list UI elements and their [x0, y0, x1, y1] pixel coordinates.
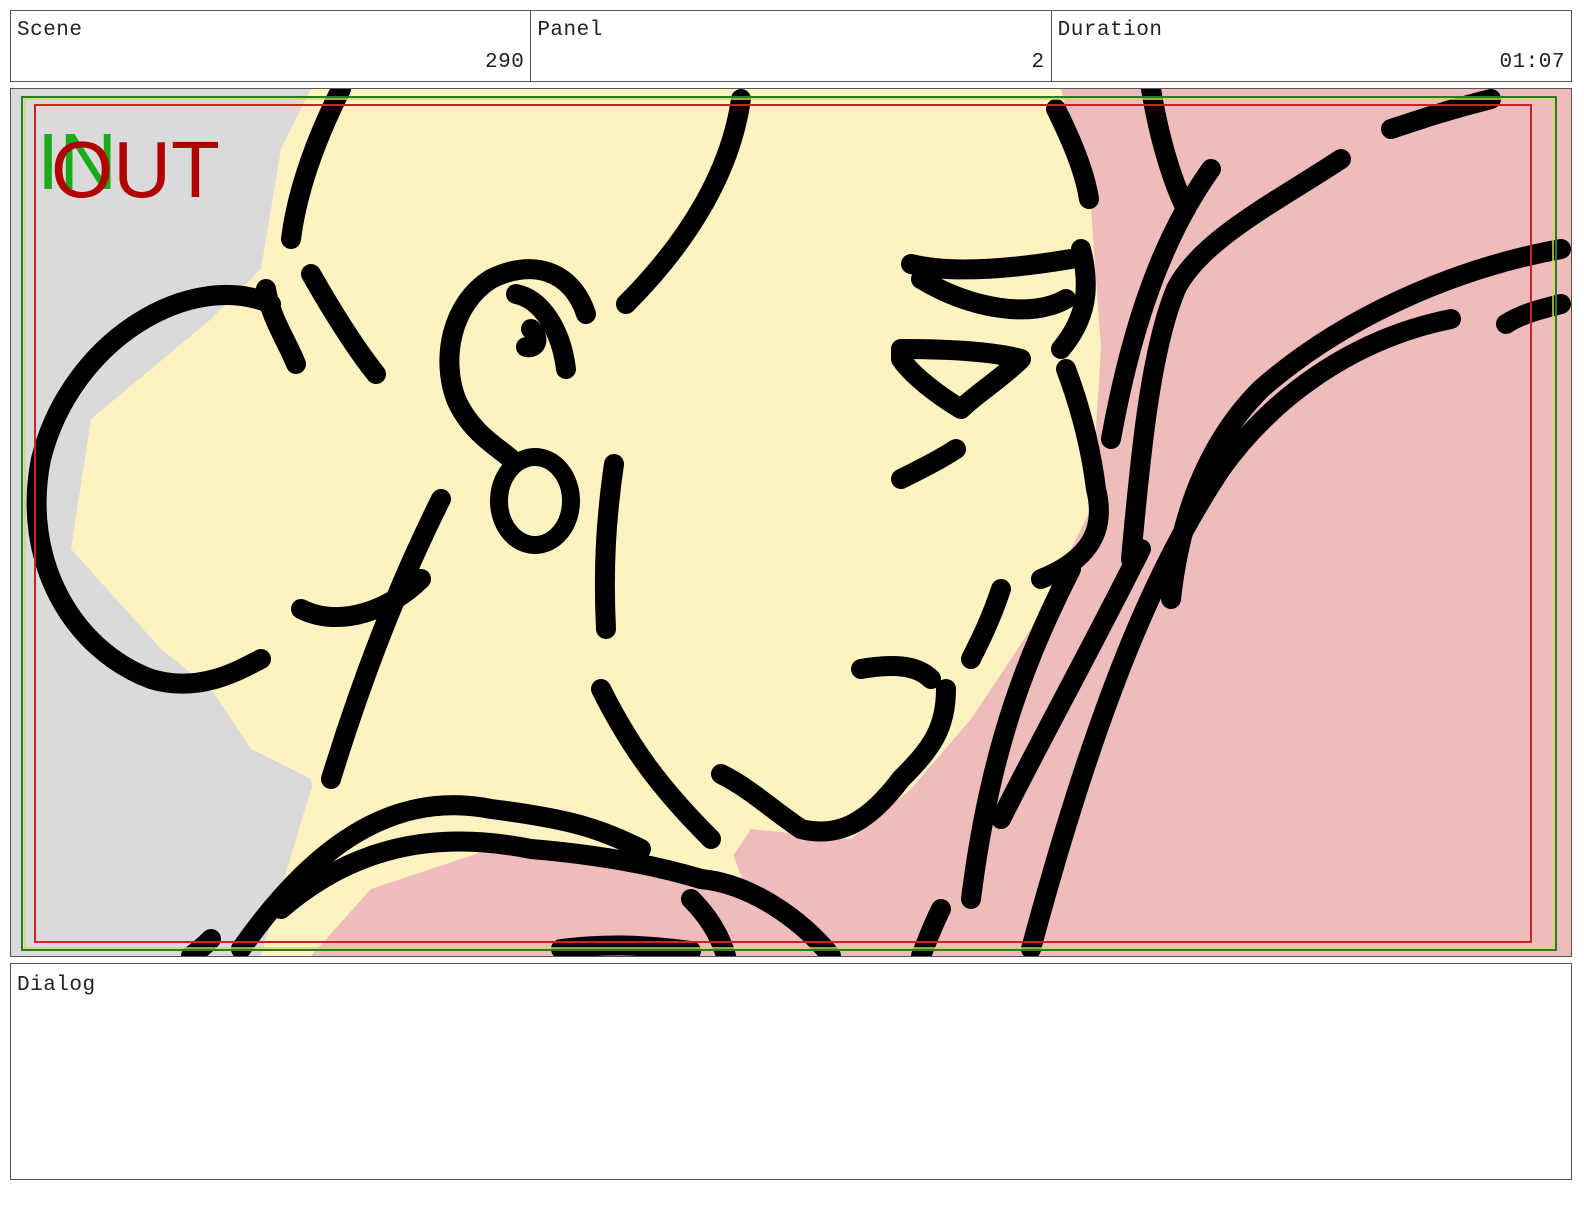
scene-label: Scene [17, 19, 83, 42]
panel-number[interactable]: 2 [1032, 51, 1045, 74]
ink-brow [901, 249, 1081, 280]
out-marker: OUT [51, 125, 220, 214]
duration-cell: Duration 01:07 [1052, 11, 1571, 81]
dialog-box[interactable]: Dialog [10, 963, 1572, 1180]
scene-number[interactable]: 290 [485, 51, 524, 74]
panel-label: Panel [537, 19, 603, 42]
panel-drawing: IN OUT [11, 89, 1571, 956]
duration-label: Duration [1057, 19, 1163, 42]
dialog-label: Dialog [17, 974, 96, 997]
storyboard-frame[interactable]: IN OUT [10, 88, 1572, 957]
panel-cell: Panel 2 [531, 11, 1052, 81]
panel-header: Scene 290 Panel 2 Duration 01:07 [10, 10, 1572, 82]
duration-value[interactable]: 01:07 [1499, 51, 1565, 74]
ink-jaw [594, 454, 624, 639]
ink-ear-fold [516, 319, 547, 358]
scene-cell: Scene 290 [11, 11, 532, 81]
